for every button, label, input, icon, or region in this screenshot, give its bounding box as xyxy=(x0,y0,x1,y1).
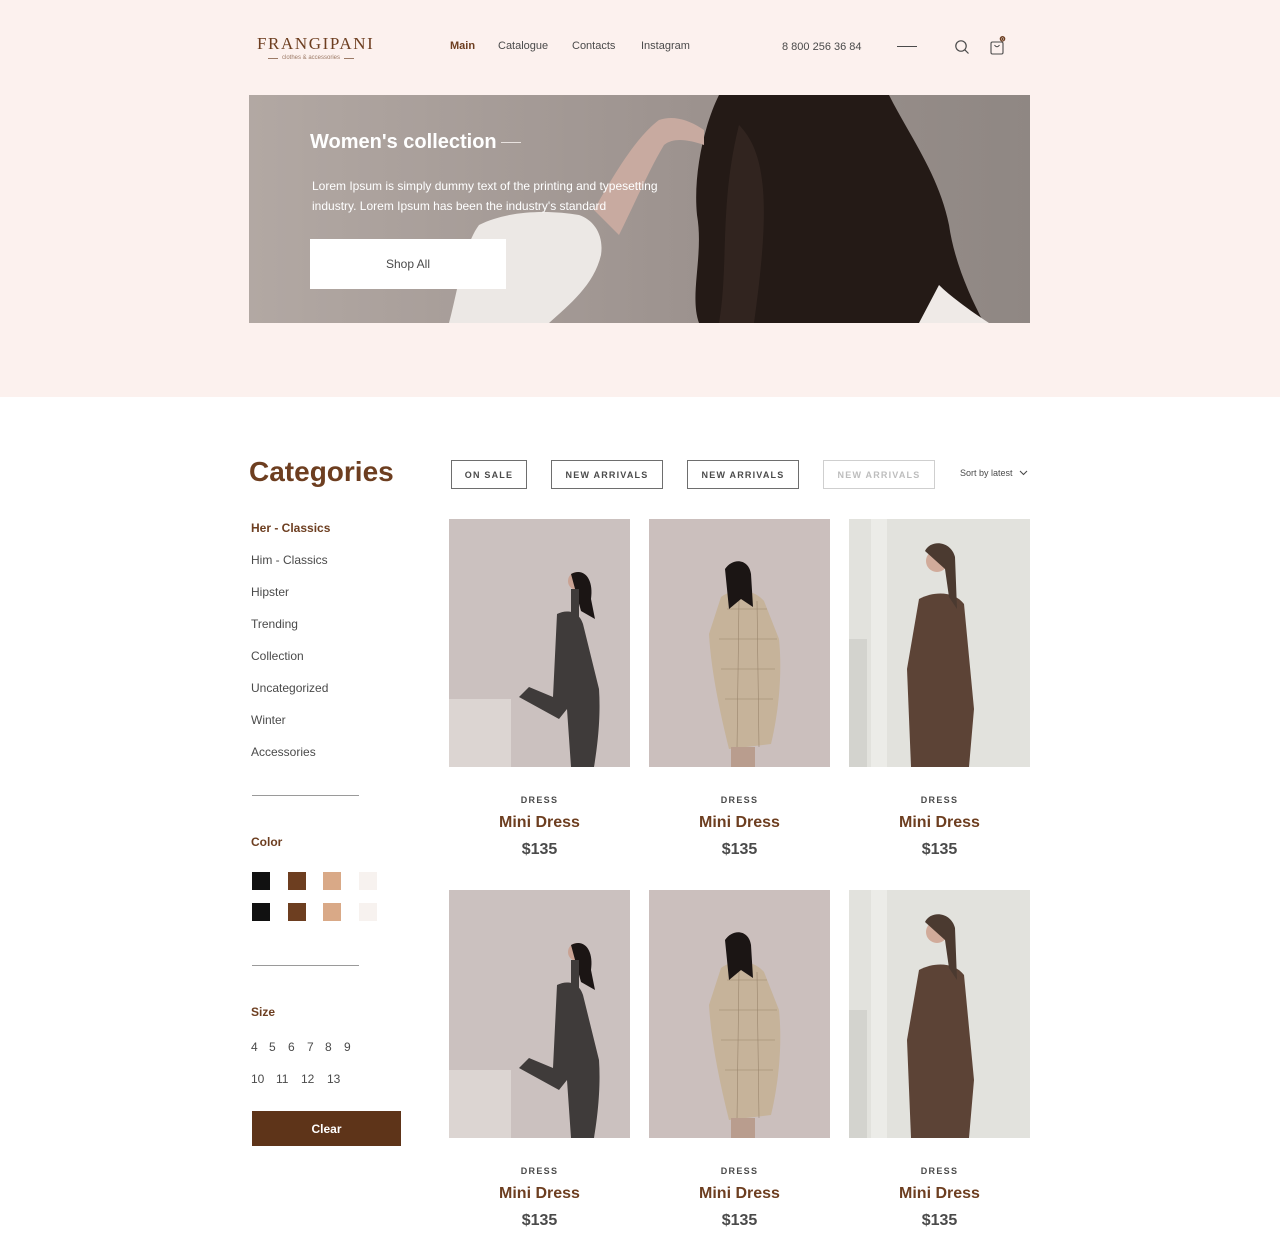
product-name[interactable]: Mini Dress xyxy=(849,814,1030,832)
sidebar-divider xyxy=(252,965,359,966)
product-card[interactable]: DRESS Mini Dress $135 xyxy=(449,890,630,1229)
size-option[interactable]: 13 xyxy=(327,1072,340,1086)
product-name[interactable]: Mini Dress xyxy=(449,1185,630,1203)
menu-icon[interactable] xyxy=(897,46,917,47)
category-uncategorized[interactable]: Uncategorized xyxy=(251,681,330,713)
hero-title-dash xyxy=(501,142,521,143)
logo-title: FRANGIPANI xyxy=(257,34,375,53)
categories-title: Categories xyxy=(249,456,394,487)
product-image[interactable] xyxy=(849,519,1030,767)
product-image[interactable] xyxy=(849,890,1030,1138)
size-option[interactable]: 5 xyxy=(269,1040,276,1054)
tab-new-arrivals[interactable]: NEW ARRIVALS xyxy=(551,460,663,489)
logo-rule xyxy=(267,57,278,59)
size-option[interactable]: 9 xyxy=(344,1040,351,1054)
size-option[interactable]: 6 xyxy=(288,1040,295,1054)
product-image[interactable] xyxy=(449,890,630,1138)
product-category: DRESS xyxy=(720,1166,759,1176)
logo-subtitle: clothes & accessories xyxy=(281,55,341,61)
size-option[interactable]: 4 xyxy=(251,1040,258,1054)
category-trending[interactable]: Trending xyxy=(251,617,330,649)
hero-text: Lorem Ipsum is simply dummy text of the … xyxy=(312,179,658,213)
product-price: $135 xyxy=(921,841,958,858)
product-card[interactable]: DRESS Mini Dress $135 xyxy=(649,519,830,858)
tab-new-arrivals-disabled[interactable]: NEW ARRIVALS xyxy=(823,460,935,489)
size-option[interactable]: 10 xyxy=(251,1072,264,1086)
phone-number[interactable]: 8 800 256 36 84 xyxy=(782,41,862,53)
size-label: Size xyxy=(251,1005,276,1019)
nav-main[interactable]: Main xyxy=(450,40,475,52)
category-hipster[interactable]: Hipster xyxy=(251,585,330,617)
tab-on-sale[interactable]: ON SALE xyxy=(451,460,527,489)
category-winter[interactable]: Winter xyxy=(251,713,330,745)
product-name[interactable]: Mini Dress xyxy=(649,1185,830,1203)
product-price: $135 xyxy=(521,841,558,858)
product-name[interactable]: Mini Dress xyxy=(449,814,630,832)
nav-contacts[interactable]: Contacts xyxy=(572,40,615,52)
sort-dropdown[interactable]: Sort by latest xyxy=(960,468,1028,478)
tab-new-arrivals[interactable]: NEW ARRIVALS xyxy=(687,460,799,489)
product-name[interactable]: Mini Dress xyxy=(649,814,830,832)
product-image[interactable] xyxy=(449,519,630,767)
category-collection[interactable]: Collection xyxy=(251,649,330,681)
search-icon[interactable] xyxy=(953,38,971,56)
product-price: $135 xyxy=(721,841,758,858)
product-card[interactable]: DRESS Mini Dress $135 xyxy=(649,890,830,1229)
nav-instagram[interactable]: Instagram xyxy=(641,40,690,52)
color-swatch[interactable] xyxy=(288,903,306,921)
category-him-classics[interactable]: Him - Classics xyxy=(251,553,330,585)
product-category: DRESS xyxy=(920,1166,959,1176)
hero-title: Women's collection xyxy=(310,131,497,153)
color-swatch[interactable] xyxy=(288,872,306,890)
color-swatch[interactable] xyxy=(323,872,341,890)
logo-rule xyxy=(344,57,355,59)
category-her-classics[interactable]: Her - Classics xyxy=(251,521,330,553)
size-option[interactable]: 8 xyxy=(325,1040,332,1054)
product-card[interactable]: DRESS Mini Dress $135 xyxy=(449,519,630,858)
color-swatch[interactable] xyxy=(252,872,270,890)
product-category: DRESS xyxy=(520,795,559,805)
product-image[interactable] xyxy=(649,519,830,767)
product-card[interactable]: DRESS Mini Dress $135 xyxy=(849,519,1030,858)
sort-label: Sort by latest xyxy=(960,468,1013,478)
size-option[interactable]: 12 xyxy=(301,1072,314,1086)
color-swatch[interactable] xyxy=(323,903,341,921)
color-swatch[interactable] xyxy=(252,903,270,921)
clear-button[interactable]: Clear xyxy=(252,1111,401,1146)
category-list: Her - Classics Him - Classics Hipster Tr… xyxy=(251,521,330,777)
nav-catalogue[interactable]: Catalogue xyxy=(498,40,548,52)
brand-logo[interactable]: FRANGIPANI clothes & accessories xyxy=(257,34,375,61)
product-category: DRESS xyxy=(720,795,759,805)
hero-banner: Women's collection Lorem Ipsum is simply… xyxy=(249,95,1030,323)
color-label: Color xyxy=(251,835,283,849)
sidebar-divider xyxy=(252,795,359,796)
chevron-down-icon xyxy=(1019,468,1028,478)
color-swatch[interactable] xyxy=(359,872,377,890)
category-accessories[interactable]: Accessories xyxy=(251,745,330,777)
hero-section: FRANGIPANI clothes & accessories Main Ca… xyxy=(0,0,1280,397)
cart-icon[interactable]: 0 xyxy=(988,36,1006,55)
product-image[interactable] xyxy=(649,890,830,1138)
color-swatch[interactable] xyxy=(359,903,377,921)
product-card[interactable]: DRESS Mini Dress $135 xyxy=(849,890,1030,1229)
logo-subtitle-row: clothes & accessories xyxy=(257,55,365,61)
product-price: $135 xyxy=(521,1212,558,1229)
product-name[interactable]: Mini Dress xyxy=(849,1185,1030,1203)
shop-all-button[interactable]: Shop All xyxy=(310,239,506,289)
size-option[interactable]: 11 xyxy=(276,1072,288,1086)
product-price: $135 xyxy=(921,1212,958,1229)
cart-count: 0 xyxy=(1001,37,1004,42)
product-category: DRESS xyxy=(920,795,959,805)
size-option[interactable]: 7 xyxy=(307,1040,314,1054)
product-price: $135 xyxy=(721,1212,758,1229)
product-category: DRESS xyxy=(520,1166,559,1176)
